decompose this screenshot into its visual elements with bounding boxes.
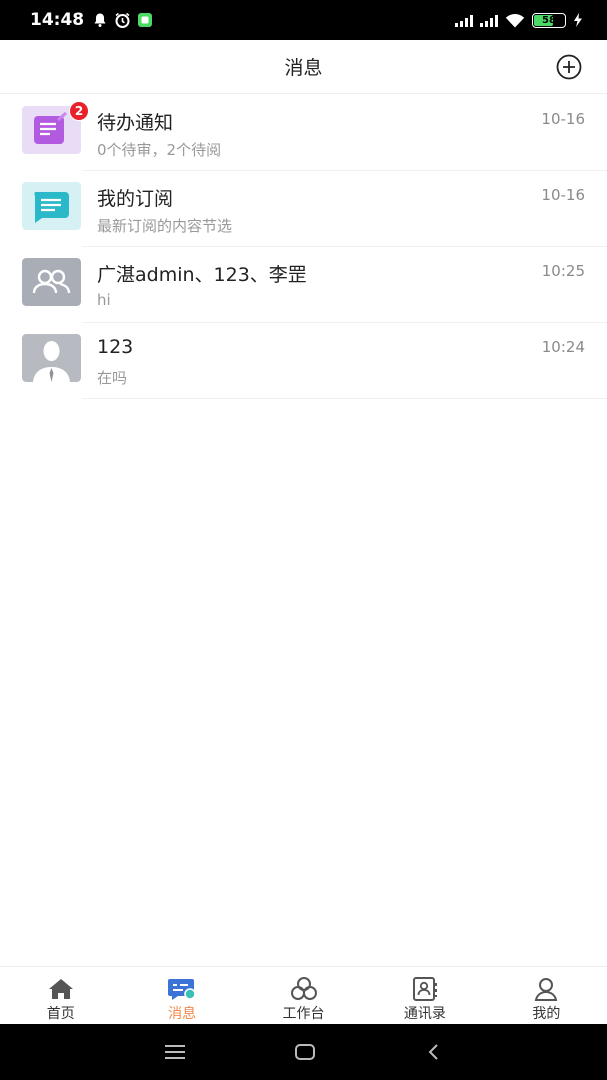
message-item-user[interactable]: 123 在吗 10:24 — [0, 323, 607, 399]
message-time: 10:24 — [541, 338, 585, 356]
message-preview: 0个待审，2个待阅 — [97, 141, 222, 159]
message-title: 我的订阅 — [97, 188, 174, 210]
message-preview: hi — [97, 291, 111, 309]
message-item-todo[interactable]: 2 待办通知 0个待审，2个待阅 10-16 — [0, 95, 607, 171]
status-bar: 14:48 58 — [0, 0, 607, 40]
charging-icon — [574, 13, 582, 27]
tab-label: 工作台 — [282, 1006, 325, 1022]
tab-label: 消息 — [168, 1006, 197, 1022]
bottom-tab-bar: 首页 消息 工作台 通讯录 我的 — [0, 966, 607, 1024]
signal-icon-2 — [480, 14, 498, 27]
tab-home[interactable]: 首页 — [0, 967, 121, 1024]
tab-profile[interactable]: 我的 — [486, 967, 607, 1024]
message-title: 广湛admin、123、李罡 — [97, 264, 307, 286]
alarm-icon — [115, 12, 130, 28]
bell-icon — [94, 13, 106, 27]
message-item-subscription[interactable]: 我的订阅 最新订阅的内容节选 10-16 — [0, 171, 607, 247]
tab-label: 首页 — [46, 1006, 75, 1022]
page-title: 消息 — [284, 57, 323, 79]
home-nav-icon[interactable] — [293, 1042, 317, 1062]
message-preview: 在吗 — [97, 369, 128, 387]
home-icon — [48, 979, 73, 999]
message-time: 10-16 — [541, 186, 585, 204]
back-icon[interactable] — [424, 1042, 444, 1062]
message-icon — [168, 979, 196, 1000]
contacts-icon — [412, 977, 437, 1001]
message-title: 123 — [97, 336, 134, 358]
tab-label: 我的 — [532, 1006, 561, 1022]
subscription-icon — [22, 182, 81, 230]
message-time: 10:25 — [541, 262, 585, 280]
message-title: 待办通知 — [97, 112, 174, 134]
status-time: 14:48 — [30, 10, 85, 30]
user-avatar-icon — [22, 334, 81, 382]
workbench-icon — [290, 977, 317, 1000]
message-item-group[interactable]: 广湛admin、123、李罡 hi 10:25 — [0, 247, 607, 323]
tab-workbench[interactable]: 工作台 — [243, 967, 364, 1024]
battery-level: 58 — [542, 14, 556, 26]
battery-icon: 58 — [532, 12, 566, 28]
status-left-icons — [92, 12, 153, 29]
menu-icon[interactable] — [163, 1043, 187, 1061]
divider — [82, 398, 607, 399]
tab-label: 通讯录 — [403, 1006, 446, 1022]
message-list: 2 待办通知 0个待审，2个待阅 10-16 我的订阅 最新订阅的内容节选 10… — [0, 95, 607, 399]
app-notification-icon — [138, 13, 153, 27]
message-time: 10-16 — [541, 110, 585, 128]
header: 消息 — [0, 40, 607, 94]
profile-icon — [535, 978, 558, 1001]
unread-badge: 2 — [69, 101, 89, 121]
signal-icon — [455, 14, 473, 27]
tab-contacts[interactable]: 通讯录 — [364, 967, 485, 1024]
add-button[interactable] — [555, 53, 583, 81]
message-preview: 最新订阅的内容节选 — [97, 217, 233, 235]
system-nav-bar — [0, 1024, 607, 1080]
group-avatar-icon — [22, 258, 81, 306]
tab-messages[interactable]: 消息 — [121, 967, 242, 1024]
wifi-icon — [505, 13, 525, 27]
status-right-icons: 58 — [455, 12, 583, 28]
